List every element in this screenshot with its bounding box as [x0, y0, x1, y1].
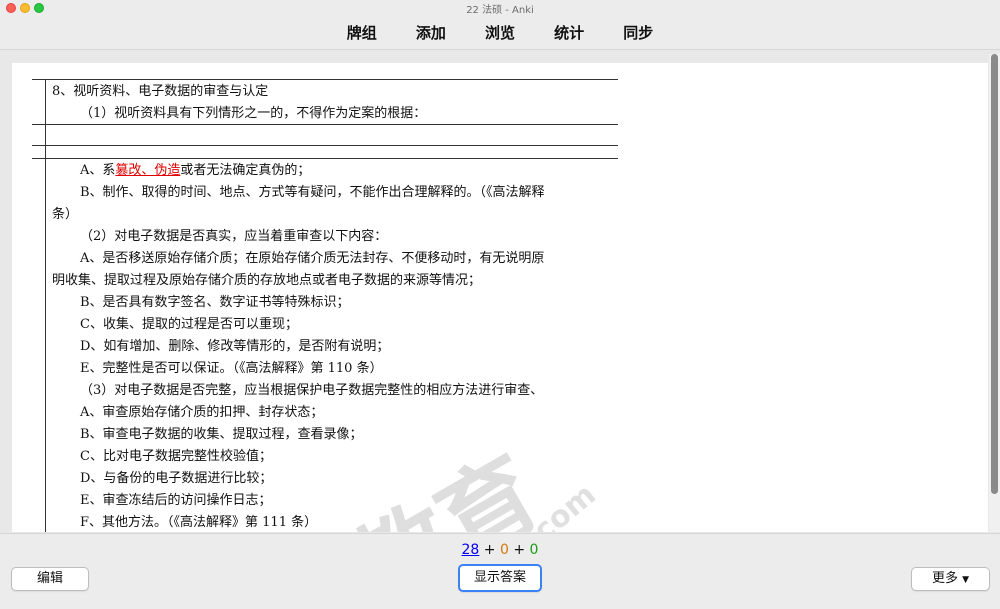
card-line: A、是否移送原始存储介质；在原始存储介质无法封存、不便移动时，有无说明原	[80, 251, 545, 266]
table-rule	[32, 145, 618, 146]
bottom-bar: 28 + 0 + 0 编辑 显示答案 更多 ▼	[0, 533, 1000, 609]
card-line: E、完整性是否可以保证。（《高法解释》第 110 条）	[80, 361, 383, 376]
card-line: B、制作、取得的时间、地点、方式等有疑问，不能作出合理解释的。（《高法解释	[80, 185, 545, 200]
card-line: F、其他方法。（《高法解释》第 111 条）	[80, 515, 318, 530]
watermark-text: 教育	[336, 436, 558, 532]
card-line: C、比对电子数据完整性校验值；	[80, 449, 272, 464]
count-plus: +	[513, 542, 526, 558]
table-rule-top	[32, 79, 618, 80]
card-line: B、审查电子数据的收集、提取过程，查看录像；	[80, 427, 363, 442]
watermark-sub: .com	[518, 477, 603, 532]
vertical-scrollbar[interactable]	[989, 54, 1000, 532]
card-line: （2）对电子数据是否真实，应当着重审查以下内容：	[80, 229, 388, 244]
card-line: 明收集、提取过程及原始存储介质的存放地点或者电子数据的来源等情况；	[52, 273, 482, 288]
scrollbar-thumb[interactable]	[991, 54, 998, 494]
review-area: 8、视听资料、电子数据的审查与认定 （1）视听资料具有下列情形之一的，不得作为定…	[0, 51, 1000, 533]
card-line-a-suffix: 或者无法确定真伪的；	[180, 163, 311, 178]
learning-count: 0	[499, 542, 509, 558]
card-line: 8、视听资料、电子数据的审查与认定	[52, 84, 269, 99]
main-toolbar: 牌组 添加 浏览 统计 同步	[0, 16, 1000, 50]
card-line: C、收集、提取的过程是否可以重现；	[80, 317, 298, 332]
new-count[interactable]: 28	[462, 542, 480, 558]
chevron-down-icon: ▼	[962, 575, 970, 585]
card-line: D、与备份的电子数据进行比较；	[80, 471, 273, 486]
count-plus: +	[483, 542, 496, 558]
table-rule	[32, 158, 618, 159]
toolbar-browse[interactable]: 浏览	[485, 16, 515, 50]
card-line: （3）对电子数据是否完整，应当根据保护电子数据完整性的相应方法进行审查、	[80, 383, 544, 398]
table-rule-left	[45, 79, 46, 532]
card-line-a-prefix: A、系	[80, 163, 116, 178]
card-content: 8、视听资料、电子数据的审查与认定 （1）视听资料具有下列情形之一的，不得作为定…	[12, 63, 988, 532]
review-count: 0	[529, 542, 539, 558]
toolbar-add[interactable]: 添加	[416, 16, 446, 50]
window-title: 22 法硕 - Anki	[466, 5, 534, 16]
card-line: D、如有增加、删除、修改等情形的，是否附有说明；	[80, 339, 390, 354]
title-bar: 22 法硕 - Anki	[0, 0, 1000, 16]
card-line: A、审查原始存储介质的扣押、封存状态；	[80, 405, 324, 420]
highlight-text: 篡改、伪造	[115, 163, 181, 178]
more-label: 更多	[931, 571, 958, 586]
show-answer-button[interactable]: 显示答案	[458, 564, 542, 592]
toolbar-sync[interactable]: 同步	[623, 16, 653, 50]
edit-button[interactable]: 编辑	[11, 567, 89, 591]
card-question-image: 8、视听资料、电子数据的审查与认定 （1）视听资料具有下列情形之一的，不得作为定…	[32, 63, 618, 532]
card-line: E、审查冻结后的访问操作日志；	[80, 493, 272, 508]
card-line: B、是否具有数字签名、数字证书等特殊标识；	[80, 295, 350, 310]
card-line-a: A、系篡改、伪造或者无法确定真伪的；	[80, 160, 310, 182]
toolbar-stats[interactable]: 统计	[554, 16, 584, 50]
card-line: （1）视听资料具有下列情形之一的，不得作为定案的根据：	[80, 106, 427, 121]
toolbar-decks[interactable]: 牌组	[347, 16, 377, 50]
due-counts: 28 + 0 + 0	[0, 542, 1000, 558]
card-line: 条）	[52, 207, 79, 222]
more-button[interactable]: 更多 ▼	[911, 567, 990, 591]
